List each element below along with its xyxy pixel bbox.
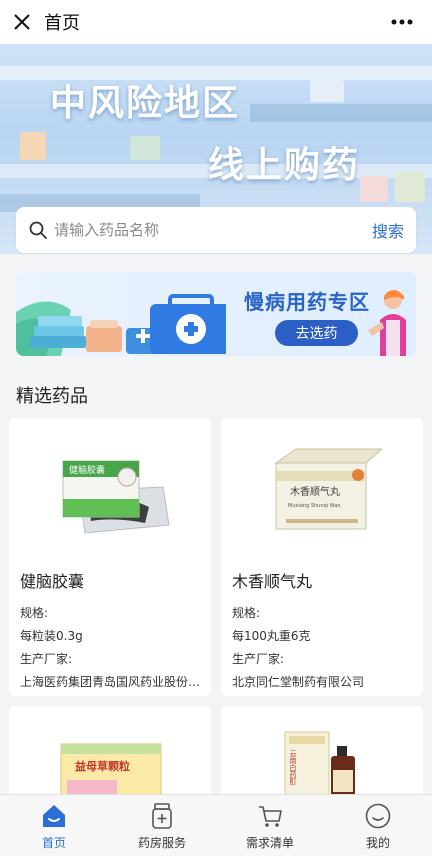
pill-box-image: 木香顺气丸 Muxiang Shunqi Wan [274,448,382,530]
medical-kit-illustration [16,294,226,356]
manufacturer-label: 生产厂家: [232,652,285,666]
product-name: 健脑胶囊 [20,572,85,591]
product-image: 云南白药酊 [221,706,423,806]
hero-headline-1: 中风险地区 [50,83,241,124]
search-button[interactable]: 搜索 [372,218,404,242]
product-card[interactable]: 木香顺气丸 Muxiang Shunqi Wan 木香顺气丸 规格: 每100丸… [221,418,423,696]
app-screen: 首页 中风险地区 线上购药 搜索 [0,0,432,856]
package-pinyin: Muxiang Shunqi Wan [288,503,341,509]
section-title: 精选药品 [16,386,88,407]
tab-home[interactable]: 首页 [0,795,108,856]
spec-value: 每粒装0.3g [20,629,83,643]
hero-product-box [360,176,388,202]
package-label: 健脑胶囊 [69,464,105,476]
tab-label: 需求清单 [245,836,294,850]
more-dots-icon [391,19,413,25]
package-label: 益母草颗粒 [75,759,130,773]
tab-pharmacy-service[interactable]: 药房服务 [108,795,216,856]
product-image: 木香顺气丸 Muxiang Shunqi Wan [221,418,423,558]
medicine-bottle-icon [147,801,177,831]
person-illustration [368,290,406,356]
page-title: 首页 [44,13,80,34]
search-input[interactable] [54,221,372,239]
home-icon [39,801,69,831]
tab-label: 我的 [365,836,390,850]
manufacturer-value: 北京同仁堂制药有限公司 [232,675,365,689]
manufacturer-label: 生产厂家: [20,652,73,666]
product-card[interactable]: 健脑胶囊 健脑胶囊 规格: 每粒装0.3g 生产厂家: 上海医药集团青岛国风药业… [9,418,211,696]
tab-demand-list[interactable]: 需求清单 [216,795,324,856]
product-name: 木香顺气丸 [232,572,313,591]
hero-product-box [20,132,46,160]
chronic-disease-banner[interactable]: 慢病用药专区 去选药 [16,272,416,356]
tab-label: 药房服务 [137,836,186,850]
search-icon [29,221,47,239]
manufacturer-value: 上海医药集团青岛国风药业股份… [20,675,201,689]
product-image: 健脑胶囊 [9,418,211,558]
bottom-tab-bar: 首页 药房服务 需求清单 我的 [0,794,432,856]
product-image: 益母草颗粒 [9,706,211,806]
close-button[interactable] [0,0,44,44]
spec-value: 每100丸重6克 [232,629,311,643]
hero-headline-2: 线上购药 [208,145,361,186]
promo-title: 慢病用药专区 [244,290,370,314]
search-bar: 搜索 [16,207,416,253]
package-label: 云南白药酊 [289,750,297,786]
profile-icon [363,801,393,831]
spec-label: 规格: [20,606,49,620]
hero-product-box [395,172,425,202]
close-icon [14,14,30,30]
tab-profile[interactable]: 我的 [324,795,432,856]
tab-label: 首页 [41,836,66,850]
more-button[interactable] [382,0,422,44]
hero-product-box [130,136,160,160]
package-label: 木香顺气丸 [290,485,340,498]
hero-shelf [250,104,432,122]
choose-medicine-button[interactable]: 去选药 [275,320,358,346]
capsule-box-image: 健脑胶囊 [62,460,170,534]
cart-icon [255,801,285,831]
hero-product-box [310,80,344,102]
spec-label: 规格: [232,606,261,620]
top-navbar: 首页 [0,0,432,44]
